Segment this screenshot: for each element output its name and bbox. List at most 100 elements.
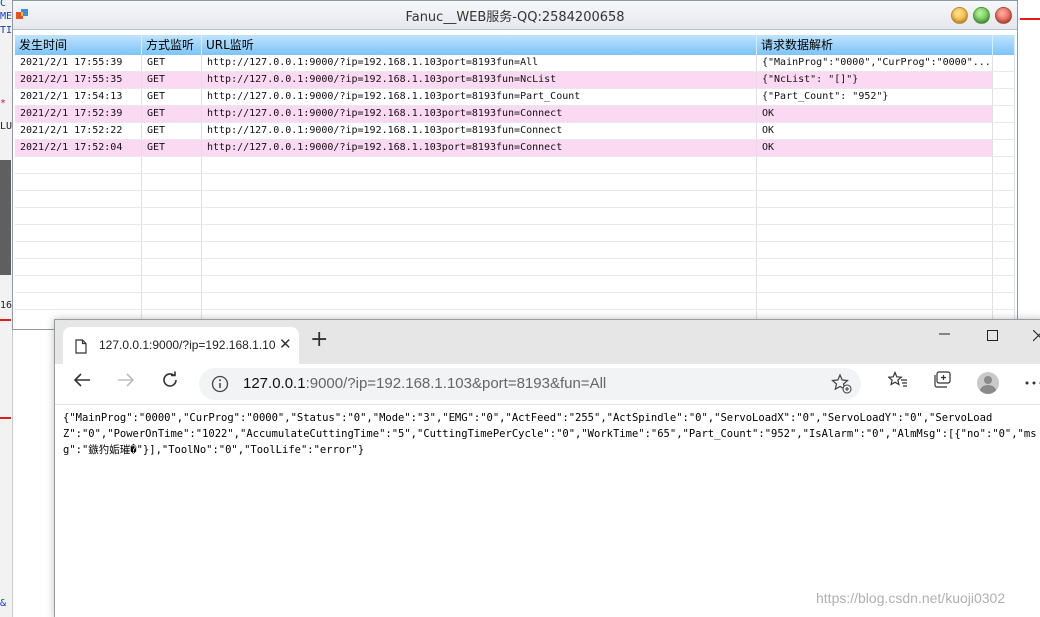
bg-red-line: [0, 417, 11, 419]
favorites-button[interactable]: [885, 370, 911, 397]
cell-url: http://127.0.0.1:9000/?ip=192.168.1.103p…: [202, 72, 757, 88]
cell-result: {"MainProg":"0000","CurProg":"0000"...: [757, 55, 993, 71]
minimize-button[interactable]: [951, 7, 968, 24]
cell-result: {"NcList": "[]"}: [757, 72, 993, 88]
bg-text: &: [0, 598, 7, 609]
new-tab-button[interactable]: +: [310, 329, 328, 351]
table-row[interactable]: 2021/2/1 17:55:35 GET http://127.0.0.1:9…: [15, 72, 1015, 89]
cell-time: 2021/2/1 17:55:35: [15, 72, 142, 88]
empty-row: [15, 157, 1015, 174]
table-row[interactable]: 2021/2/1 17:54:13 GET http://127.0.0.1:9…: [15, 89, 1015, 106]
cell-time: 2021/2/1 17:54:13: [15, 89, 142, 105]
cell-filler: [993, 72, 1015, 88]
close-icon[interactable]: [1032, 328, 1040, 346]
browser-tab[interactable]: 127.0.0.1:9000/?ip=192.168.1.103&port=81…: [63, 327, 299, 364]
address-host: 127.0.0.1: [243, 375, 306, 392]
favorites-icon: [887, 370, 907, 387]
cell-method: GET: [142, 55, 202, 71]
cell-result: OK: [757, 140, 993, 156]
cell-method: GET: [142, 123, 202, 139]
column-header-result[interactable]: 请求数据解析: [757, 35, 993, 55]
cell-result: {"Part_Count": "952"}: [757, 89, 993, 105]
tab-title: 127.0.0.1:9000/?ip=192.168.1.103&port=81…: [99, 338, 275, 352]
address-path: :9000/?ip=192.168.1.103&port=8193&fun=Al…: [305, 375, 607, 392]
bg-red-line: [0, 319, 11, 321]
bg-text: 16: [0, 300, 13, 311]
tab-close-icon[interactable]: ✕: [279, 335, 292, 353]
cell-filler: [993, 89, 1015, 105]
window-title: Fanuc__WEB服务-QQ:2584200658: [405, 10, 625, 25]
cell-filler: [993, 140, 1015, 156]
address-text[interactable]: 127.0.0.1:9000/?ip=192.168.1.103&port=81…: [243, 375, 606, 392]
cell-time: 2021/2/1 17:55:39: [15, 55, 142, 71]
fanuc-web-window: Fanuc__WEB服务-QQ:2584200658 发生时间 方式监听 URL…: [12, 0, 1018, 330]
empty-row: [15, 174, 1015, 191]
cell-time: 2021/2/1 17:52:22: [15, 123, 142, 139]
desktop: C ME TI * LU 16 & Fanuc__WEB服务-QQ:258420…: [0, 0, 1040, 617]
request-log-grid[interactable]: 发生时间 方式监听 URL监听 请求数据解析 2021/2/1 17:55:39…: [15, 35, 1015, 325]
column-header-method[interactable]: 方式监听: [142, 35, 202, 55]
cell-url: http://127.0.0.1:9000/?ip=192.168.1.103p…: [202, 140, 757, 156]
minimize-icon[interactable]: [939, 326, 951, 344]
table-row[interactable]: 2021/2/1 17:52:39 GET http://127.0.0.1:9…: [15, 106, 1015, 123]
cell-filler: [993, 106, 1015, 122]
table-row[interactable]: 2021/2/1 17:52:22 GET http://127.0.0.1:9…: [15, 123, 1015, 140]
forward-button[interactable]: [113, 371, 139, 397]
maximize-icon[interactable]: [987, 328, 999, 346]
bg-text: LU: [0, 121, 13, 132]
empty-row: [15, 191, 1015, 208]
cell-method: GET: [142, 89, 202, 105]
refresh-icon: [163, 371, 177, 387]
table-row[interactable]: 2021/2/1 17:55:39 GET http://127.0.0.1:9…: [15, 55, 1015, 72]
fanuc-titlebar[interactable]: Fanuc__WEB服务-QQ:2584200658: [13, 1, 1017, 30]
tab-strip: 127.0.0.1:9000/?ip=192.168.1.103&port=81…: [55, 320, 1040, 364]
back-arrow-icon: [73, 373, 90, 387]
column-header-time[interactable]: 发生时间: [15, 35, 142, 55]
empty-row: [15, 208, 1015, 225]
address-bar[interactable]: 127.0.0.1:9000/?ip=192.168.1.103&port=81…: [199, 368, 861, 400]
empty-row: [15, 259, 1015, 276]
back-button[interactable]: [69, 371, 95, 397]
empty-row: [15, 276, 1015, 293]
cell-method: GET: [142, 140, 202, 156]
site-info-icon[interactable]: [211, 375, 229, 393]
empty-row: [15, 293, 1015, 310]
close-button[interactable]: [995, 7, 1012, 24]
cell-url: http://127.0.0.1:9000/?ip=192.168.1.103p…: [202, 89, 757, 105]
cell-filler: [993, 55, 1015, 71]
bg-text: C: [0, 0, 7, 9]
grid-header: 发生时间 方式监听 URL监听 请求数据解析: [15, 35, 1015, 55]
bg-red-line: [1020, 18, 1040, 20]
forward-arrow-icon: [118, 373, 135, 387]
cell-method: GET: [142, 72, 202, 88]
profile-avatar[interactable]: [977, 372, 999, 394]
bg-text: *: [0, 98, 7, 109]
add-favorite-icon[interactable]: [831, 373, 853, 395]
bg-text: TI: [0, 25, 13, 36]
bg-dark-panel: [0, 160, 11, 275]
cell-method: GET: [142, 106, 202, 122]
cell-time: 2021/2/1 17:52:39: [15, 106, 142, 122]
cell-result: OK: [757, 123, 993, 139]
bg-text: ME: [0, 11, 13, 22]
collections-icon: [934, 371, 951, 388]
page-body-json: {"MainProg":"0000","CurProg":"0000","Sta…: [63, 412, 1037, 456]
cell-result: OK: [757, 106, 993, 122]
page-icon: [75, 339, 87, 354]
cell-filler: [993, 123, 1015, 139]
cell-url: http://127.0.0.1:9000/?ip=192.168.1.103p…: [202, 106, 757, 122]
cell-url: http://127.0.0.1:9000/?ip=192.168.1.103p…: [202, 55, 757, 71]
empty-row: [15, 242, 1015, 259]
maximize-button[interactable]: [973, 7, 990, 24]
browser-window: 127.0.0.1:9000/?ip=192.168.1.103&port=81…: [54, 319, 1040, 617]
collections-button[interactable]: [929, 371, 955, 397]
more-menu-icon[interactable]: [1021, 371, 1040, 397]
browser-toolbar: 127.0.0.1:9000/?ip=192.168.1.103&port=81…: [55, 364, 1040, 405]
cell-url: http://127.0.0.1:9000/?ip=192.168.1.103p…: [202, 123, 757, 139]
column-header-url[interactable]: URL监听: [202, 35, 757, 55]
table-row[interactable]: 2021/2/1 17:52:04 GET http://127.0.0.1:9…: [15, 140, 1015, 157]
column-header-filler: [993, 35, 1015, 55]
refresh-button[interactable]: [157, 371, 183, 397]
empty-row: [15, 225, 1015, 242]
cell-time: 2021/2/1 17:52:04: [15, 140, 142, 156]
